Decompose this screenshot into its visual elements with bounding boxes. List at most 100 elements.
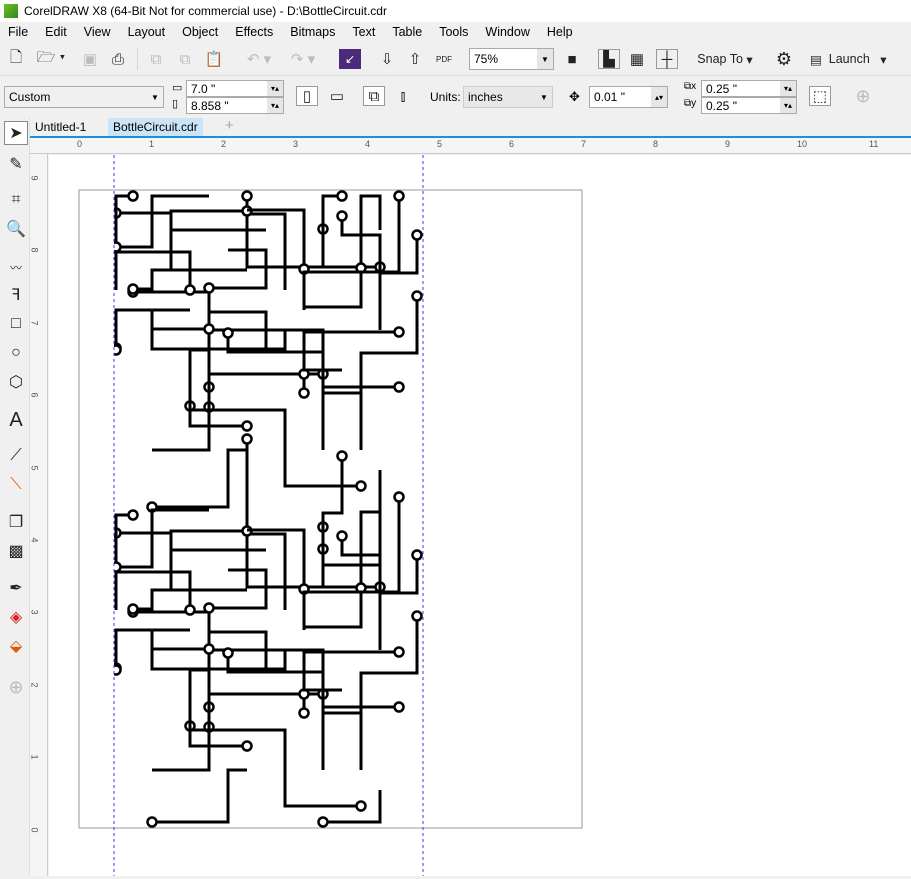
menu-view[interactable]: View (76, 25, 120, 39)
menu-window[interactable]: Window (477, 25, 538, 39)
cut-icon[interactable]: ⧉ (145, 49, 167, 69)
standard-toolbar: 🗋 🗁 ▾ ▣ ⎙ ⧉ ⧉ 📋 ↶ ▾ ↷ ▾ ↙ ⇩ ⇧ PDF 75% ▼ ■… (0, 42, 911, 76)
circuit-pad (393, 381, 405, 393)
dimension-tool-icon[interactable]: ⟋ (4, 444, 28, 468)
snap-to-dropdown[interactable]: Snap To ▾ (692, 49, 758, 69)
duplicate-x-field[interactable]: 0.25 " ▾▴ (701, 80, 797, 97)
ruler-label: 5 (29, 465, 40, 471)
app-logo-icon (4, 4, 18, 18)
spinner[interactable]: ▾▴ (780, 81, 796, 96)
circuit-pad (393, 491, 405, 503)
publish-pdf-icon[interactable]: PDF (433, 49, 455, 69)
eyedropper-tool-icon[interactable]: ✒ (4, 576, 28, 600)
page-size-select[interactable]: Custom ▼ (4, 86, 164, 108)
new-tab-icon[interactable]: + (220, 118, 239, 136)
page-height-field[interactable]: 8.858 " ▾▴ (186, 97, 284, 114)
circuit-pad (184, 284, 196, 296)
ellipse-tool-icon[interactable]: ○ (4, 341, 28, 365)
freehand-tool-icon[interactable]: 〰 (4, 255, 28, 279)
tab-untitled-1[interactable]: Untitled-1 (30, 118, 91, 136)
circuit-pad (127, 603, 139, 615)
menu-tools[interactable]: Tools (431, 25, 477, 39)
show-rulers-icon[interactable]: ▙ (598, 49, 620, 69)
options-gear-icon[interactable]: ⚙ (773, 49, 795, 69)
transparency-tool-icon[interactable]: ▩ (4, 539, 28, 563)
menu-text[interactable]: Text (344, 25, 384, 39)
landscape-icon[interactable]: ▭ (326, 86, 348, 106)
polygon-tool-icon[interactable]: ⬡ (4, 370, 28, 394)
undo-icon[interactable]: ↶ ▾ (241, 49, 277, 69)
menu-object[interactable]: Object (174, 25, 227, 39)
zoom-tool-icon[interactable]: 🔍 (4, 217, 28, 241)
circuit-pad (336, 450, 348, 462)
spinner[interactable]: ▾▴ (780, 98, 796, 113)
title-bar: CorelDRAW X8 (64-Bit Not for commercial … (0, 0, 911, 22)
smart-fill-icon[interactable]: ⬙ (4, 634, 28, 658)
print-icon[interactable]: ⎙ (107, 49, 129, 69)
redo-icon[interactable]: ↷ ▾ (285, 49, 321, 69)
rectangle-tool-icon[interactable]: □ (4, 312, 28, 336)
show-guidelines-icon[interactable]: ┼ (656, 49, 678, 69)
duplicate-y-icon: ⧉y (684, 98, 697, 109)
ruler-label: 6 (29, 392, 40, 398)
nudge-distance-field[interactable]: 0.01 " ▴▾ (589, 86, 668, 108)
vertical-ruler[interactable]: 9 8 7 6 5 4 3 2 1 0 (30, 154, 48, 876)
treat-as-filled-icon[interactable]: ⬚ (809, 86, 831, 106)
new-document-icon[interactable]: 🗋 (5, 49, 27, 69)
menu-layout[interactable]: Layout (120, 25, 175, 39)
circuit-pad (241, 433, 253, 445)
ruler-label: 10 (797, 139, 808, 149)
spinner[interactable]: ▴▾ (651, 87, 667, 107)
menu-help[interactable]: Help (539, 25, 582, 39)
circuit-pad (203, 323, 215, 335)
page-width-field[interactable]: 7.0 " ▾▴ (186, 80, 284, 97)
chevron-down-icon[interactable]: ▼ (147, 87, 163, 107)
chevron-down-icon[interactable]: ▼ (537, 49, 553, 69)
menu-effects[interactable]: Effects (227, 25, 282, 39)
menu-table[interactable]: Table (384, 25, 431, 39)
units-select[interactable]: inches ▼ (463, 86, 553, 108)
menu-edit[interactable]: Edit (37, 25, 76, 39)
ruler-label: 9 (29, 175, 40, 181)
drop-shadow-tool-icon[interactable]: ❐ (4, 510, 28, 534)
portrait-icon[interactable]: ▯ (296, 86, 318, 106)
menu-bitmaps[interactable]: Bitmaps (282, 25, 344, 39)
duplicate-y-field[interactable]: 0.25 " ▾▴ (701, 97, 797, 114)
circuit-pad (336, 210, 348, 222)
full-screen-icon[interactable]: ■ (561, 49, 583, 69)
save-icon[interactable]: ▣ (79, 49, 101, 69)
show-grid-icon[interactable]: ▦ (626, 49, 648, 69)
pick-tool-icon[interactable]: ➤ (4, 121, 28, 145)
open-icon[interactable]: 🗁 ▾ (33, 49, 69, 69)
chevron-down-icon[interactable]: ▼ (536, 87, 552, 107)
shape-tool-icon[interactable]: ✎ (4, 152, 28, 176)
artistic-media-icon[interactable]: ꟻ (4, 283, 28, 307)
drawing-page[interactable] (49, 155, 911, 876)
launch-dropdown[interactable]: ▤ Launch ▾ (810, 49, 902, 69)
circuit-pad (203, 602, 215, 614)
tab-bottlecircuit[interactable]: BottleCircuit.cdr (108, 118, 203, 136)
current-page-icon[interactable]: ⫾ (392, 86, 414, 106)
drawing-canvas[interactable] (49, 155, 911, 876)
add-icon[interactable]: ⊕ (852, 86, 874, 106)
all-pages-icon[interactable]: ⧉ (363, 86, 385, 106)
paste-icon[interactable]: 📋 (203, 49, 225, 69)
copy-icon[interactable]: ⧉ (174, 49, 196, 69)
toolbox: ➤ ✎ ⌗ 🔍 〰 ꟻ □ ○ ⬡ A ⟋ ⟍ ❐ ▩ ✒ ◈ ⬙ ⊕ (0, 118, 30, 876)
text-tool-icon[interactable]: A (4, 408, 28, 432)
export-icon[interactable]: ⇧ (404, 49, 426, 69)
spinner[interactable]: ▾▴ (267, 98, 283, 113)
import-icon[interactable]: ⇩ (376, 49, 398, 69)
ruler-label: 11 (869, 139, 879, 149)
connector-tool-icon[interactable]: ⟍ (4, 473, 28, 497)
horizontal-ruler[interactable]: 0 1 2 3 4 5 6 7 8 9 10 11 (30, 138, 911, 154)
spinner[interactable]: ▾▴ (267, 81, 283, 96)
crop-tool-icon[interactable]: ⌗ (4, 188, 28, 212)
interactive-fill-icon[interactable]: ◈ (4, 605, 28, 629)
add-tool-icon[interactable]: ⊕ (4, 675, 28, 699)
zoom-level-select[interactable]: 75% ▼ (469, 48, 554, 70)
menu-file[interactable]: File (0, 25, 37, 39)
corel-connect-icon[interactable]: ↙ (339, 49, 361, 69)
circuit-pad (336, 190, 348, 202)
circuit-pad (127, 283, 139, 295)
